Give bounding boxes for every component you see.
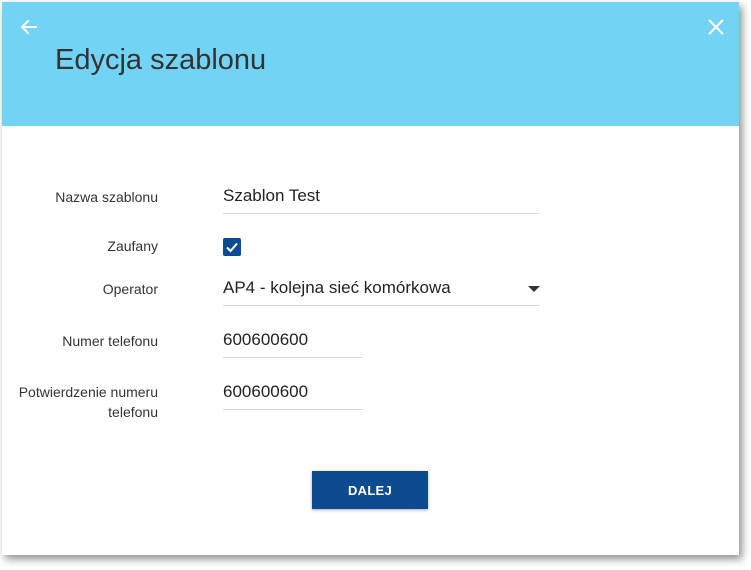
close-button[interactable] [706, 17, 726, 37]
page-title: Edycja szablonu [55, 44, 267, 76]
checkmark-icon [226, 242, 238, 253]
close-icon [708, 19, 724, 35]
operator-value: AP4 - kolejna sieć komórkowa [223, 278, 451, 297]
modal-header: Edycja szablonu [2, 2, 739, 126]
phone-confirm-label-line2: telefonu [108, 404, 158, 420]
template-name-value: Szablon Test [223, 186, 321, 205]
modal-dialog: Edycja szablonu Nazwa szablonu Szablon T… [2, 2, 739, 555]
template-name-label: Nazwa szablonu [55, 189, 158, 205]
next-button[interactable]: DALEJ [312, 471, 428, 509]
arrow-left-icon [20, 19, 37, 35]
operator-select[interactable]: AP4 - kolejna sieć komórkowa [223, 276, 540, 306]
trusted-checkbox[interactable] [223, 238, 241, 256]
phone-confirm-value: 600600600 [223, 382, 309, 401]
phone-confirm-input[interactable]: 600600600 [223, 380, 363, 410]
operator-label: Operator [102, 281, 158, 297]
chevron-down-icon [528, 286, 540, 292]
phone-number-input[interactable]: 600600600 [223, 328, 363, 358]
phone-confirm-label: Potwierdzenie numeru telefonu [2, 382, 158, 422]
template-name-input[interactable]: Szablon Test [223, 184, 540, 214]
phone-number-label: Numer telefonu [62, 333, 158, 349]
trusted-label: Zaufany [107, 238, 158, 254]
back-button[interactable] [18, 16, 40, 38]
phone-confirm-label-line1: Potwierdzenie numeru [18, 384, 158, 400]
phone-number-value: 600600600 [223, 330, 309, 349]
